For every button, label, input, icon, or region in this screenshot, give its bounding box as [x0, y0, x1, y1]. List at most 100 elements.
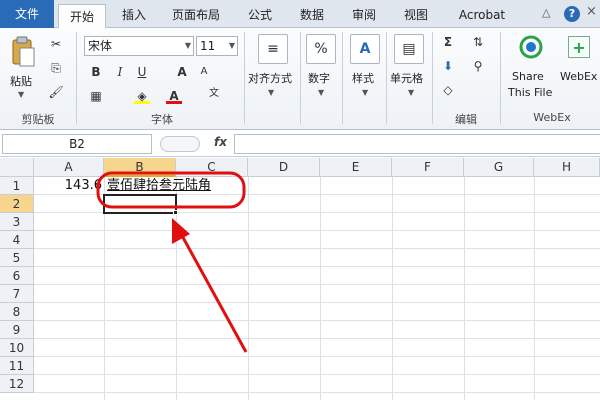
row-header-12[interactable]: 12 [0, 375, 34, 393]
column-header-g[interactable]: G [464, 158, 534, 177]
column-header-e[interactable]: E [320, 158, 392, 177]
tab-home[interactable]: 开始 [58, 4, 106, 29]
chevron-down-icon[interactable]: ▼ [268, 88, 274, 97]
share-this-file-icon[interactable] [518, 34, 544, 60]
row-header-4[interactable]: 4 [0, 231, 34, 249]
font-size-value: 11 [200, 39, 216, 53]
fill-handle[interactable] [173, 210, 178, 215]
grow-font-button[interactable]: A [174, 64, 190, 80]
row-header-2[interactable]: 2 [0, 195, 34, 213]
webex-add-icon[interactable]: + [568, 36, 590, 58]
gridline [248, 177, 249, 400]
cells-icon[interactable]: ▤ [394, 34, 424, 64]
gridline [34, 338, 600, 339]
number-button[interactable]: 数字 [308, 70, 330, 86]
fill-icon[interactable]: ⬇ [440, 58, 456, 74]
paste-button[interactable]: 粘贴 [10, 73, 32, 89]
number-format-icon[interactable]: % [306, 34, 336, 64]
tab-acrobat[interactable]: Acrobat [450, 3, 514, 28]
gridline [34, 266, 600, 267]
worksheet-grid[interactable]: A B C D E F G H 1 2 3 4 5 6 7 8 9 10 11 … [0, 158, 600, 400]
row-header-9[interactable]: 9 [0, 321, 34, 339]
webex-group-label: WebEx [533, 111, 571, 124]
gridline [34, 284, 600, 285]
font-size-combo[interactable]: 11 ▼ [196, 36, 238, 56]
row-header-5[interactable]: 5 [0, 249, 34, 267]
italic-button[interactable]: I [112, 64, 128, 80]
ribbon-home: 粘贴 ▼ ✂ ⎘ 🖌 剪贴板 宋体 ▼ 11 ▼ B I U A A ▦ ◈ A… [0, 28, 600, 130]
chevron-down-icon[interactable]: ▼ [408, 88, 414, 97]
column-header-f[interactable]: F [392, 158, 464, 177]
cell-a1[interactable]: 143.6 [34, 177, 102, 195]
share-this-file-label-2: This File [508, 86, 553, 99]
tab-view[interactable]: 视图 [394, 3, 438, 28]
styles-icon[interactable]: A [350, 34, 380, 64]
group-divider [386, 32, 387, 124]
styles-button[interactable]: 样式 [352, 70, 374, 86]
paste-dropdown-icon[interactable]: ▼ [18, 90, 24, 99]
row-header-10[interactable]: 10 [0, 339, 34, 357]
chevron-down-icon[interactable]: ▼ [185, 37, 191, 55]
tab-formulas[interactable]: 公式 [238, 3, 282, 28]
row-header-3[interactable]: 3 [0, 213, 34, 231]
font-group-label: 字体 [151, 113, 173, 126]
format-painter-icon[interactable]: 🖌 [48, 84, 64, 100]
border-icon[interactable]: ▦ [88, 88, 104, 104]
formula-bar: B2 fx [0, 131, 600, 157]
minimize-ribbon-icon[interactable]: △ [542, 6, 550, 19]
group-divider [432, 32, 433, 124]
font-color-button[interactable]: A [166, 88, 182, 104]
cell-b1[interactable]: 壹佰肆拾叁元陆角 [107, 177, 211, 195]
gridline [320, 177, 321, 400]
formula-bar-expander[interactable] [160, 136, 200, 152]
tab-page-layout[interactable]: 页面布局 [160, 3, 232, 28]
gridline [34, 392, 600, 393]
cut-icon[interactable]: ✂ [48, 36, 64, 52]
insert-function-icon[interactable]: fx [214, 135, 227, 149]
clear-icon[interactable]: ◇ [440, 82, 456, 98]
row-header-8[interactable]: 8 [0, 303, 34, 321]
phonetic-guide-icon[interactable]: 文 [206, 86, 222, 102]
cells-button[interactable]: 单元格 [390, 70, 423, 86]
close-icon[interactable]: × [586, 4, 597, 19]
tab-insert[interactable]: 插入 [112, 3, 156, 28]
formula-input[interactable] [234, 134, 600, 154]
help-icon[interactable]: ? [564, 6, 580, 22]
underline-button[interactable]: U [134, 64, 150, 80]
active-cell-b2[interactable] [103, 194, 177, 214]
row-header-6[interactable]: 6 [0, 267, 34, 285]
chevron-down-icon[interactable]: ▼ [229, 37, 235, 55]
row-header-1[interactable]: 1 [0, 177, 34, 195]
row-header-7[interactable]: 7 [0, 285, 34, 303]
find-select-icon[interactable]: ⚲ [470, 58, 486, 74]
column-header-h[interactable]: H [534, 158, 600, 177]
bold-button[interactable]: B [88, 64, 104, 80]
tab-review[interactable]: 审阅 [342, 3, 386, 28]
autosum-icon[interactable]: Σ [440, 34, 456, 50]
paste-icon[interactable] [8, 34, 38, 70]
column-header-d[interactable]: D [248, 158, 320, 177]
sort-filter-icon[interactable]: ⇅ [470, 34, 486, 50]
alignment-button[interactable]: 对齐方式 [248, 70, 292, 86]
webex-button[interactable]: WebEx [560, 70, 597, 83]
column-header-c[interactable]: C [176, 158, 248, 177]
tab-file[interactable]: 文件 [0, 0, 54, 28]
shrink-font-button[interactable]: A [196, 64, 212, 80]
row-header-11[interactable]: 11 [0, 357, 34, 375]
font-name-combo[interactable]: 宋体 ▼ [84, 36, 194, 56]
fill-color-icon[interactable]: ◈ [134, 88, 150, 104]
tab-data[interactable]: 数据 [290, 3, 334, 28]
column-header-b[interactable]: B [104, 158, 176, 177]
group-divider [500, 32, 501, 124]
column-header-a[interactable]: A [34, 158, 104, 177]
font-name-value: 宋体 [88, 39, 113, 53]
chevron-down-icon[interactable]: ▼ [362, 88, 368, 97]
alignment-icon[interactable]: ≡ [258, 34, 288, 64]
gridline [534, 177, 535, 400]
group-divider [342, 32, 343, 124]
name-box[interactable]: B2 [2, 134, 152, 154]
copy-icon[interactable]: ⎘ [48, 60, 64, 76]
chevron-down-icon[interactable]: ▼ [318, 88, 324, 97]
share-this-file-button[interactable]: Share [512, 70, 544, 83]
select-all-corner[interactable] [0, 158, 34, 177]
